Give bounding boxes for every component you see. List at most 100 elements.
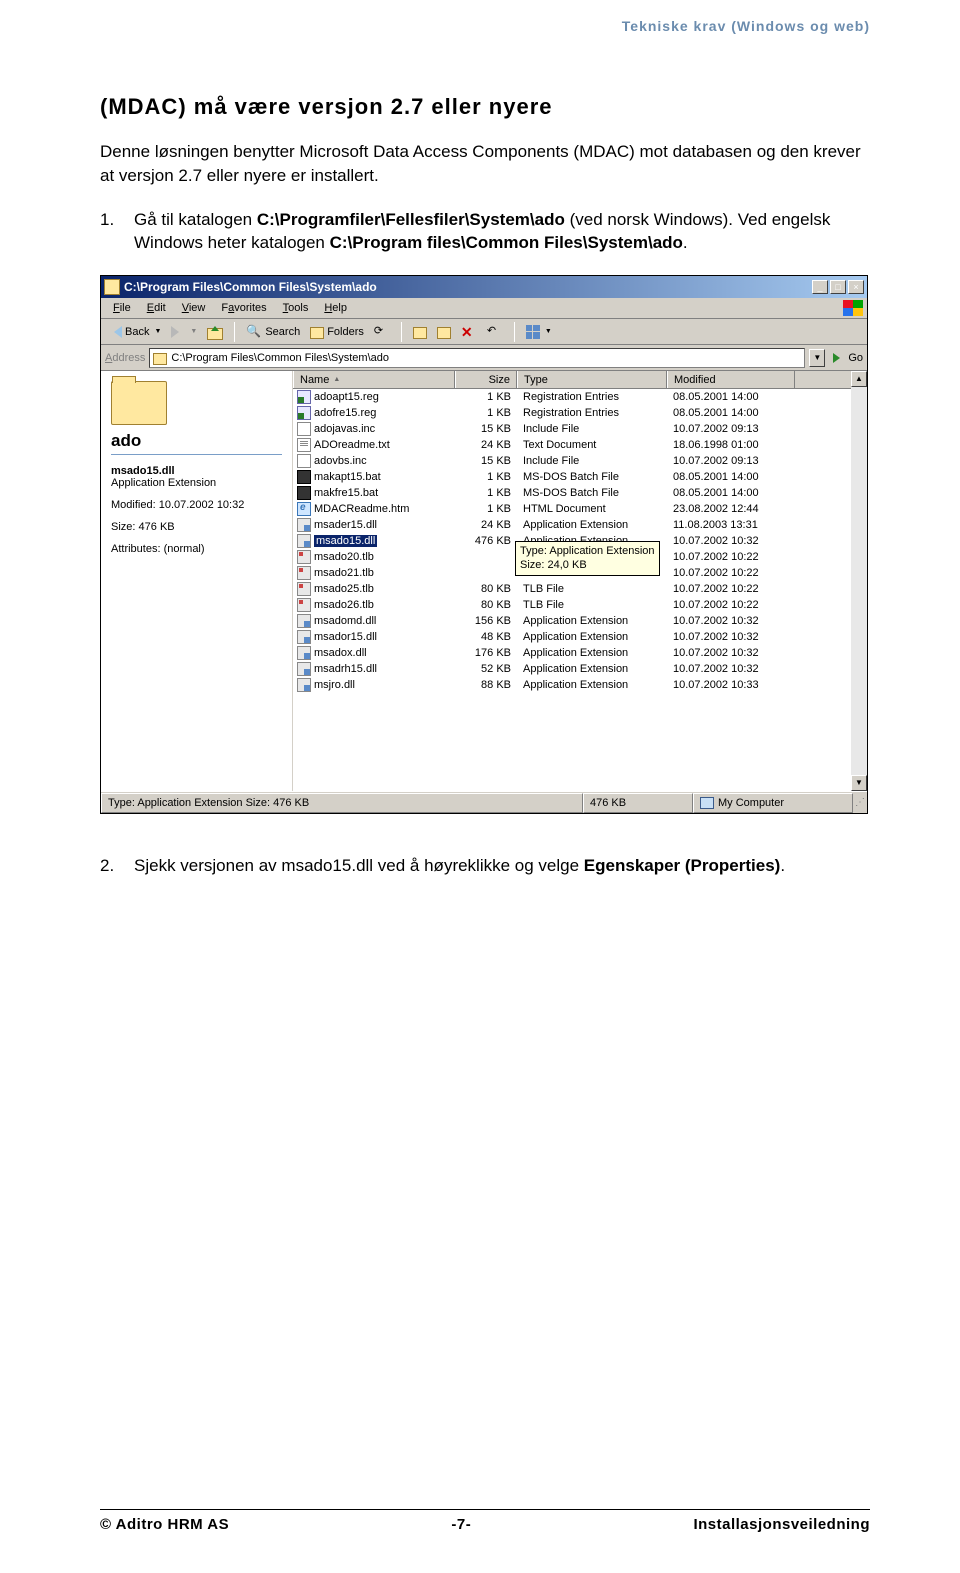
undo-button[interactable]: ↶	[484, 322, 506, 342]
address-dropdown[interactable]: ▼	[809, 349, 825, 367]
up-button[interactable]	[204, 322, 226, 342]
menu-favorites[interactable]: Favorites	[213, 300, 274, 316]
copy-to-button[interactable]	[434, 323, 454, 341]
menu-edit[interactable]: Edit	[139, 300, 174, 316]
file-modified: 23.08.2002 12:44	[667, 503, 795, 515]
scrollbar[interactable]: ▲ ▼	[851, 371, 867, 791]
titlebar[interactable]: C:\Program Files\Common Files\System\ado…	[101, 276, 867, 298]
file-size: 1 KB	[455, 407, 517, 419]
size-label: Size:	[111, 521, 135, 533]
tooltip-line2: Size: 24,0 KB	[520, 559, 587, 571]
file-name: msado15.dll	[314, 535, 377, 547]
file-size: 15 KB	[455, 455, 517, 467]
back-button[interactable]: Back ▼	[105, 324, 164, 340]
file-name: msador15.dll	[314, 631, 377, 643]
step1-text-a: Gå til katalogen	[134, 210, 257, 229]
col-modified[interactable]: Modified	[667, 371, 795, 388]
go-label: Go	[848, 352, 863, 364]
scroll-down[interactable]: ▼	[851, 775, 867, 791]
menu-file[interactable]: File	[105, 300, 139, 316]
history-button[interactable]: ⟳	[371, 322, 393, 342]
file-icon	[297, 438, 311, 452]
file-row[interactable]: makfre15.bat1 KBMS-DOS Batch File08.05.2…	[293, 485, 867, 501]
file-type: Registration Entries	[517, 391, 667, 403]
views-button[interactable]: ▼	[523, 323, 555, 341]
file-name: MDACReadme.htm	[314, 503, 409, 515]
move-to-icon	[413, 327, 427, 339]
chevron-down-icon: ▼	[190, 328, 197, 335]
file-row[interactable]: msado26.tlb80 KBTLB File10.07.2002 10:22	[293, 597, 867, 613]
file-row[interactable]: msadox.dll176 KBApplication Extension10.…	[293, 645, 867, 661]
file-row[interactable]: adojavas.inc15 KBInclude File10.07.2002 …	[293, 421, 867, 437]
file-modified: 10.07.2002 10:33	[667, 679, 795, 691]
menu-view[interactable]: View	[174, 300, 214, 316]
file-size: 24 KB	[455, 519, 517, 531]
file-row[interactable]: msader15.dll 24 KBApplication Extension11…	[293, 517, 867, 533]
intro-paragraph: Denne løsningen benytter Microsoft Data …	[100, 140, 870, 188]
file-type: Application Extension	[517, 615, 667, 627]
file-name: msadox.dll	[314, 647, 367, 659]
file-icon	[297, 678, 311, 692]
file-row[interactable]: adoapt15.reg1 KBRegistration Entries08.0…	[293, 389, 867, 405]
file-row[interactable]: msadomd.dll156 KBApplication Extension10…	[293, 613, 867, 629]
resize-grip[interactable]: ⋰	[853, 799, 867, 807]
folder-icon	[104, 279, 120, 295]
file-row[interactable]: ADOreadme.txt24 KBText Document18.06.199…	[293, 437, 867, 453]
file-type: Text Document	[517, 439, 667, 451]
file-pane: ado msado15.dllApplication Extension Mod…	[101, 371, 867, 791]
delete-button[interactable]: ✕	[458, 322, 480, 342]
file-icon	[297, 390, 311, 404]
file-row[interactable]: msado25.tlb80 KBTLB File10.07.2002 10:22	[293, 581, 867, 597]
file-size: 24 KB	[455, 439, 517, 451]
file-size: 1 KB	[455, 391, 517, 403]
file-type: MS-DOS Batch File	[517, 471, 667, 483]
sort-asc-icon: ▲	[333, 376, 340, 383]
menu-tools[interactable]: Tools	[275, 300, 317, 316]
file-size: 1 KB	[455, 487, 517, 499]
file-row[interactable]: MDACReadme.htm1 KBHTML Document23.08.200…	[293, 501, 867, 517]
close-button[interactable]: ×	[848, 280, 864, 294]
file-name: msado20.tlb	[314, 551, 374, 563]
search-button[interactable]: Search	[243, 322, 303, 342]
scroll-up[interactable]: ▲	[851, 371, 867, 387]
maximize-button[interactable]: □	[830, 280, 846, 294]
status-location: My Computer	[693, 793, 853, 813]
forward-button[interactable]: ▼	[168, 324, 200, 340]
file-name: msader15.dll	[314, 519, 377, 531]
file-name: ADOreadme.txt	[314, 439, 390, 451]
file-row[interactable]: msador15.dll48 KBApplication Extension10…	[293, 629, 867, 645]
footer-left: © Aditro HRM AS	[100, 1516, 229, 1533]
file-type: Include File	[517, 455, 667, 467]
file-icon	[297, 534, 311, 548]
history-icon: ⟳	[374, 324, 390, 340]
file-modified: 11.08.2003 13:31	[667, 519, 795, 531]
go-button[interactable]: Go	[833, 352, 863, 364]
file-row[interactable]: msjro.dll88 KBApplication Extension10.07…	[293, 677, 867, 693]
file-row[interactable]: adovbs.inc15 KBInclude File10.07.2002 09…	[293, 453, 867, 469]
file-type: Application Extension	[517, 519, 667, 531]
col-type[interactable]: Type	[517, 371, 667, 388]
col-size[interactable]: Size	[455, 371, 517, 388]
file-row[interactable]: msadrh15.dll52 KBApplication Extension10…	[293, 661, 867, 677]
file-icon	[297, 582, 311, 596]
step1-path2: C:\Program files\Common Files\System\ado	[330, 233, 683, 252]
col-name[interactable]: Name▲	[293, 371, 455, 388]
file-name: msado25.tlb	[314, 583, 374, 595]
file-icon	[297, 470, 311, 484]
move-to-button[interactable]	[410, 323, 430, 341]
file-row[interactable]: adofre15.reg1 KBRegistration Entries08.0…	[293, 405, 867, 421]
scroll-track[interactable]	[851, 387, 867, 775]
menu-help[interactable]: Help	[316, 300, 355, 316]
file-row[interactable]: makapt15.bat1 KBMS-DOS Batch File08.05.2…	[293, 469, 867, 485]
search-icon	[246, 324, 262, 340]
chevron-down-icon: ▼	[154, 328, 161, 335]
file-icon	[297, 454, 311, 468]
file-icon	[297, 630, 311, 644]
minimize-button[interactable]: _	[812, 280, 828, 294]
file-icon	[297, 422, 311, 436]
address-input[interactable]: C:\Program Files\Common Files\System\ado	[149, 348, 805, 368]
folders-button[interactable]: Folders	[307, 323, 367, 341]
file-icon	[297, 486, 311, 500]
file-type: Application Extension	[517, 679, 667, 691]
file-size: 15 KB	[455, 423, 517, 435]
